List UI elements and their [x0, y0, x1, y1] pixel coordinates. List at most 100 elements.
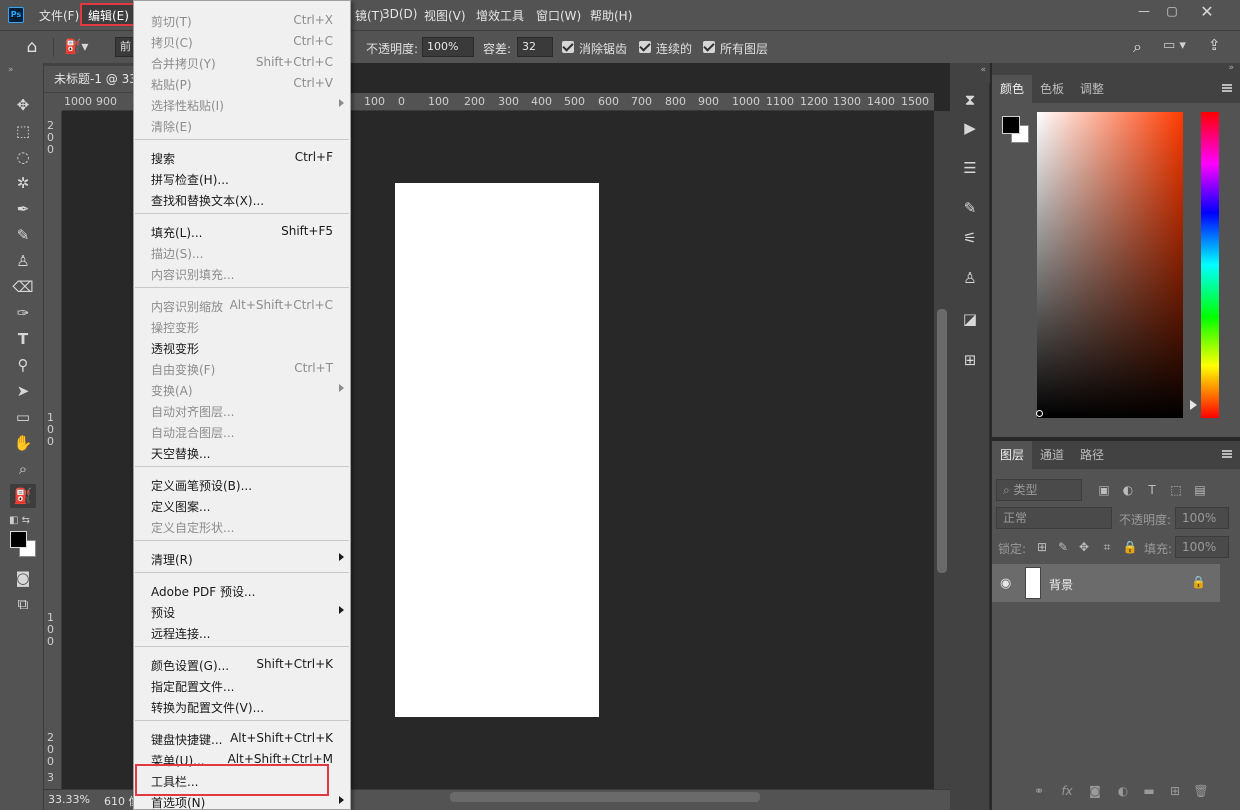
tolerance-field[interactable]: 32	[517, 37, 553, 57]
filter-type-icon[interactable]: T	[1144, 482, 1160, 498]
layer-thumbnail[interactable]	[1025, 567, 1041, 599]
edit-menu-item[interactable]: 内容识别填充...	[134, 263, 350, 284]
edit-menu-item[interactable]: 指定配置文件...	[134, 675, 350, 696]
tab-paths[interactable]: 路径	[1072, 441, 1112, 469]
brush-tool-icon[interactable]: ✎	[10, 223, 36, 247]
selection-arrow-icon[interactable]: ➤	[10, 379, 36, 403]
zoom-tool-icon[interactable]: ⌕	[10, 457, 36, 481]
marquee-tool-icon[interactable]: ⬚	[10, 119, 36, 143]
panel-menu-icon[interactable]	[1222, 450, 1232, 458]
eyedropper-tool-icon[interactable]: ✒	[10, 197, 36, 221]
layer-filter-select[interactable]: ⌕ 类型	[996, 479, 1082, 501]
lock-all-icon[interactable]: 🔒	[1122, 539, 1138, 555]
color-picker-marker[interactable]	[1036, 410, 1043, 417]
filter-shape-icon[interactable]: ⬚	[1168, 482, 1184, 498]
path-tool-icon[interactable]: ⚲	[10, 353, 36, 377]
antialias-checkbox[interactable]	[562, 41, 574, 53]
collapse-icon[interactable]: »	[8, 65, 14, 75]
quick-mask-icon[interactable]: ◙	[10, 566, 36, 590]
lock-icon[interactable]: 🔒	[1191, 575, 1206, 589]
opacity-field[interactable]: 100%	[422, 37, 474, 57]
edit-menu-item[interactable]: 天空替换...	[134, 442, 350, 463]
play-icon[interactable]: ▶	[959, 117, 981, 139]
edit-menu-item[interactable]: 清除(E)	[134, 115, 350, 136]
hand-tool-icon[interactable]: ✋	[10, 431, 36, 455]
edit-menu-item[interactable]: 自动混合图层...	[134, 421, 350, 442]
eye-icon[interactable]: ◉	[1000, 576, 1011, 591]
edit-menu-item[interactable]: 转换为配置文件(V)...	[134, 696, 350, 717]
menu-filter[interactable]: 镜(T)	[355, 7, 384, 24]
edit-menu-item[interactable]: 颜色设置(G)... Shift+Ctrl+K	[134, 654, 350, 675]
layer-opacity-field[interactable]: 100%	[1175, 507, 1229, 529]
edit-menu-item[interactable]: 透视变形	[134, 337, 350, 358]
adjustment-layer-icon[interactable]: ◐	[1114, 782, 1132, 800]
group-folder-icon[interactable]: ▬	[1140, 782, 1158, 800]
edit-menu-item[interactable]: 查找和替换文本(X)...	[134, 189, 350, 210]
edit-menu-item[interactable]: 变换(A)	[134, 379, 350, 400]
edit-menu-item[interactable]: 选择性粘贴(I)	[134, 94, 350, 115]
clone-source-icon[interactable]: ♙	[959, 267, 981, 289]
edit-menu-item[interactable]: 剪切(T) Ctrl+X	[134, 10, 350, 31]
edit-menu-item[interactable]: 拼写检查(H)...	[134, 168, 350, 189]
filter-adjustment-icon[interactable]: ◐	[1120, 482, 1136, 498]
adjustments-icon[interactable]: ☰	[959, 157, 981, 179]
mask-icon[interactable]: ◙	[1086, 782, 1104, 800]
trash-icon[interactable]: 🗑	[1192, 782, 1210, 800]
collapse-icon[interactable]: «	[980, 65, 986, 75]
edit-menu-item[interactable]: 合并拷贝(Y) Shift+Ctrl+C	[134, 52, 350, 73]
link-icon[interactable]: ⚭	[1030, 782, 1048, 800]
tab-channels[interactable]: 通道	[1032, 441, 1072, 469]
document-tab[interactable]: 未标题-1 @ 33	[44, 66, 134, 92]
document-canvas[interactable]	[395, 183, 599, 717]
edit-menu-item[interactable]: 定义图案...	[134, 495, 350, 516]
brush-settings-icon[interactable]: ✎	[959, 197, 981, 219]
minimize-icon[interactable]: —	[1133, 3, 1155, 20]
edit-menu-item[interactable]: 清理(R)	[134, 548, 350, 569]
gradient-icon[interactable]: ◪	[959, 308, 981, 330]
edit-menu-item[interactable]: 填充(L)... Shift+F5	[134, 221, 350, 242]
share-icon[interactable]: ⇪	[1208, 36, 1228, 56]
filter-smart-object-icon[interactable]: ▤	[1192, 482, 1208, 498]
lock-pixels-icon[interactable]: ⊞	[1034, 539, 1050, 555]
menu-window[interactable]: 窗口(W)	[536, 7, 581, 24]
magic-wand-tool-icon[interactable]: ✲	[10, 171, 36, 195]
edit-menu-item[interactable]: 拷贝(C) Ctrl+C	[134, 31, 350, 52]
menu-plugins[interactable]: 增效工具	[476, 7, 524, 24]
pen-tool-icon[interactable]: ✑	[10, 301, 36, 325]
hue-slider[interactable]	[1201, 112, 1219, 418]
paint-bucket-tool-icon[interactable]: ⛽	[10, 484, 36, 508]
fx-icon[interactable]: fx	[1058, 782, 1076, 800]
maximize-icon[interactable]: ▢	[1161, 3, 1183, 20]
edit-menu-item[interactable]: 远程连接...	[134, 622, 350, 643]
zoom-level[interactable]: 33.33%	[48, 793, 90, 806]
edit-menu-item[interactable]: 定义画笔预设(B)...	[134, 474, 350, 495]
panel-menu-icon[interactable]	[1222, 84, 1232, 92]
edit-menu-item[interactable]: 定义自定形状...	[134, 516, 350, 537]
clone-stamp-tool-icon[interactable]: ♙	[10, 249, 36, 273]
layer-fill-field[interactable]: 100%	[1175, 536, 1229, 558]
tab-layers[interactable]: 图层	[992, 441, 1033, 469]
vertical-scrollbar[interactable]	[934, 111, 950, 789]
rectangle-tool-icon[interactable]: ▭	[10, 405, 36, 429]
lock-position-icon[interactable]: ✥	[1076, 539, 1092, 555]
menu-view[interactable]: 视图(V)	[424, 7, 466, 24]
move-tool-icon[interactable]: ✥	[10, 93, 36, 117]
brush-presets-icon[interactable]: ⚟	[959, 227, 981, 249]
history-icon[interactable]: ⧗	[959, 89, 981, 111]
edit-menu-item[interactable]: 内容识别缩放 Alt+Shift+Ctrl+C	[134, 295, 350, 316]
edit-menu-item[interactable]: 搜索 Ctrl+F	[134, 147, 350, 168]
lock-artboard-icon[interactable]: ⌗	[1099, 539, 1115, 555]
paint-bucket-preset-icon[interactable]: ⛽▾	[64, 36, 100, 58]
menu-3d[interactable]: 3D(D)	[382, 7, 417, 21]
eraser-tool-icon[interactable]: ⌫	[10, 275, 36, 299]
color-saturation-field[interactable]	[1037, 112, 1183, 418]
home-icon[interactable]: ⌂	[21, 37, 43, 57]
edit-menu-item[interactable]: 自动对齐图层...	[134, 400, 350, 421]
new-layer-icon[interactable]: ⊞	[1166, 782, 1184, 800]
edit-menu-item[interactable]: Adobe PDF 预设...	[134, 580, 350, 601]
edit-menu-item[interactable]: 操控变形	[134, 316, 350, 337]
collapse-icon[interactable]: »	[1228, 63, 1234, 73]
screen-mode-icon[interactable]: ⧉	[10, 592, 36, 616]
layer-name[interactable]: 背景	[1049, 576, 1073, 593]
edit-menu-item[interactable]: 粘贴(P) Ctrl+V	[134, 73, 350, 94]
